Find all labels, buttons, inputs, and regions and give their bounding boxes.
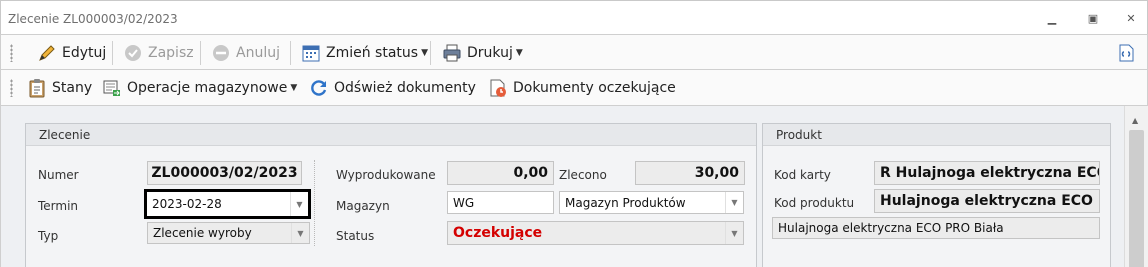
vertical-scrollbar[interactable]: ▲	[1124, 106, 1148, 267]
calendar-status-icon	[301, 43, 321, 63]
warehouse-operations-dropdown[interactable]: Operacje magazynowe ▼	[102, 76, 297, 100]
product-code-field: Hulajnoga elektryczna ECO PRO	[874, 189, 1100, 213]
secondary-toolbar: Stany Operacje magazynowe ▼ Odśwież doku…	[0, 70, 1148, 106]
document-form: Zlecenie Numer ZL000003/02/2023 Termin 2…	[0, 106, 1148, 267]
status-label: Status	[336, 229, 375, 243]
order-group-title: Zlecenie	[39, 128, 91, 142]
clipboard-icon	[27, 78, 47, 98]
term-date-field[interactable]: 2023-02-28 ▼	[144, 189, 311, 219]
toolbar-grip[interactable]	[10, 79, 13, 97]
warehouse-code-field[interactable]: WG	[447, 191, 554, 214]
refresh-icon	[309, 78, 329, 98]
printer-icon	[442, 43, 462, 63]
type-label: Typ	[38, 229, 59, 243]
ordered-label: Zlecono	[559, 168, 607, 182]
save-button[interactable]: Zapisz	[123, 41, 194, 65]
number-label: Numer	[38, 168, 79, 182]
print-dropdown[interactable]: Drukuj ▼	[442, 41, 523, 65]
minimize-icon[interactable]: ▁	[1044, 11, 1060, 27]
refresh-documents-button[interactable]: Odśwież dokumenty	[309, 76, 476, 100]
column-divider	[314, 160, 315, 246]
produced-field: 0,00	[447, 161, 554, 185]
produced-label: Wyprodukowane	[336, 168, 436, 182]
close-icon[interactable]: ✕	[1123, 11, 1139, 27]
card-code-label: Kod karty	[774, 168, 831, 182]
warehouse-name-select[interactable]: Magazyn Produktów ▼	[559, 191, 744, 214]
product-group-header: Produkt	[763, 124, 1110, 146]
edit-button[interactable]: Edytuj	[37, 41, 106, 65]
product-group-title: Produkt	[776, 128, 822, 142]
main-toolbar: Edytuj Zapisz Anuluj Zmień status ▼ Druk…	[0, 34, 1148, 70]
document-link-button[interactable]	[1116, 41, 1141, 65]
pending-documents-icon	[488, 78, 508, 98]
order-group-header: Zlecenie	[26, 124, 756, 146]
chevron-down-icon: ▼	[290, 83, 298, 93]
toolbar-grip[interactable]	[10, 44, 13, 62]
scrollbar-thumb[interactable]	[1129, 130, 1144, 267]
chevron-down-icon: ▼	[421, 48, 428, 58]
number-field: ZL000003/02/2023	[147, 161, 302, 185]
scroll-up-icon[interactable]: ▲	[1132, 116, 1138, 125]
document-link-icon	[1116, 43, 1136, 63]
date-dropdown-icon[interactable]: ▼	[290, 192, 308, 216]
cancel-button[interactable]: Anuluj	[211, 41, 280, 65]
product-group: Produkt Kod karty R Hulajnoga elektryczn…	[762, 123, 1111, 267]
chevron-down-icon[interactable]: ▼	[291, 223, 309, 243]
type-select[interactable]: Zlecenie wyroby ▼	[147, 222, 310, 244]
chevron-down-icon[interactable]: ▼	[725, 192, 743, 213]
pencil-icon	[37, 43, 57, 63]
status-select[interactable]: Oczekujące ▼	[447, 221, 744, 245]
card-code-field: R Hulajnoga elektryczna ECO P	[874, 161, 1100, 185]
warehouse-ops-icon	[102, 78, 122, 98]
restore-icon[interactable]: ▣	[1085, 11, 1101, 27]
window-title: Zlecenie ZL000003/02/2023	[8, 12, 178, 26]
save-disabled-icon	[123, 43, 143, 63]
order-group: Zlecenie Numer ZL000003/02/2023 Termin 2…	[25, 123, 757, 267]
states-button[interactable]: Stany	[27, 76, 92, 100]
term-label: Termin	[38, 199, 79, 213]
cancel-disabled-icon	[211, 43, 231, 63]
warehouse-label: Magazyn	[336, 199, 390, 213]
chevron-down-icon: ▼	[515, 48, 523, 58]
product-code-label: Kod produktu	[774, 196, 855, 210]
pending-documents-button[interactable]: Dokumenty oczekujące	[488, 76, 676, 100]
ordered-field: 30,00	[635, 161, 745, 185]
window-titlebar: Zlecenie ZL000003/02/2023 ▁ ▣ ✕	[0, 0, 1148, 36]
product-description-field: Hulajnoga elektryczna ECO PRO Biała	[772, 217, 1100, 239]
change-status-dropdown[interactable]: Zmień status ▼	[301, 41, 428, 65]
chevron-down-icon[interactable]: ▼	[725, 222, 743, 244]
